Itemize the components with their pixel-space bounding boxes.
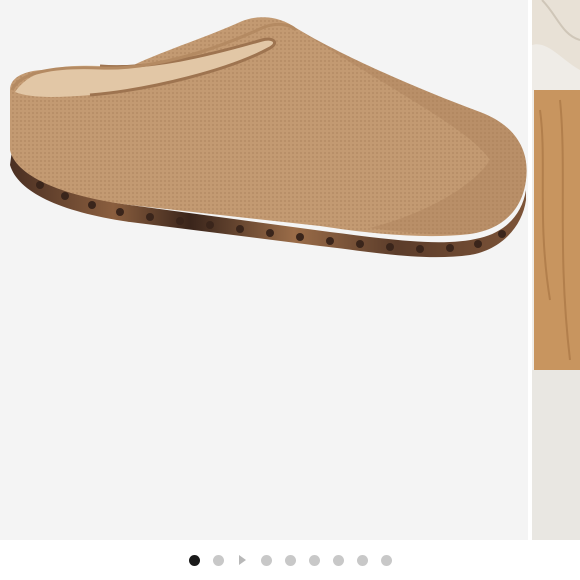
carousel-dot-3[interactable] (260, 554, 272, 566)
carousel-dot-5[interactable] (308, 554, 320, 566)
product-image[interactable] (0, 0, 528, 540)
carousel-dot-2[interactable] (212, 554, 224, 566)
carousel-dot-1[interactable] (188, 554, 200, 566)
next-slide-illustration (532, 0, 580, 540)
carousel-dot-6[interactable] (332, 554, 344, 566)
carousel-pagination (0, 540, 580, 580)
clog-illustration (10, 17, 527, 258)
carousel-dot-8[interactable] (380, 554, 392, 566)
carousel-dot-4[interactable] (284, 554, 296, 566)
next-slide-preview[interactable] (532, 0, 580, 540)
video-play-icon[interactable] (238, 555, 246, 565)
carousel-dot-7[interactable] (356, 554, 368, 566)
image-carousel[interactable] (0, 0, 580, 540)
